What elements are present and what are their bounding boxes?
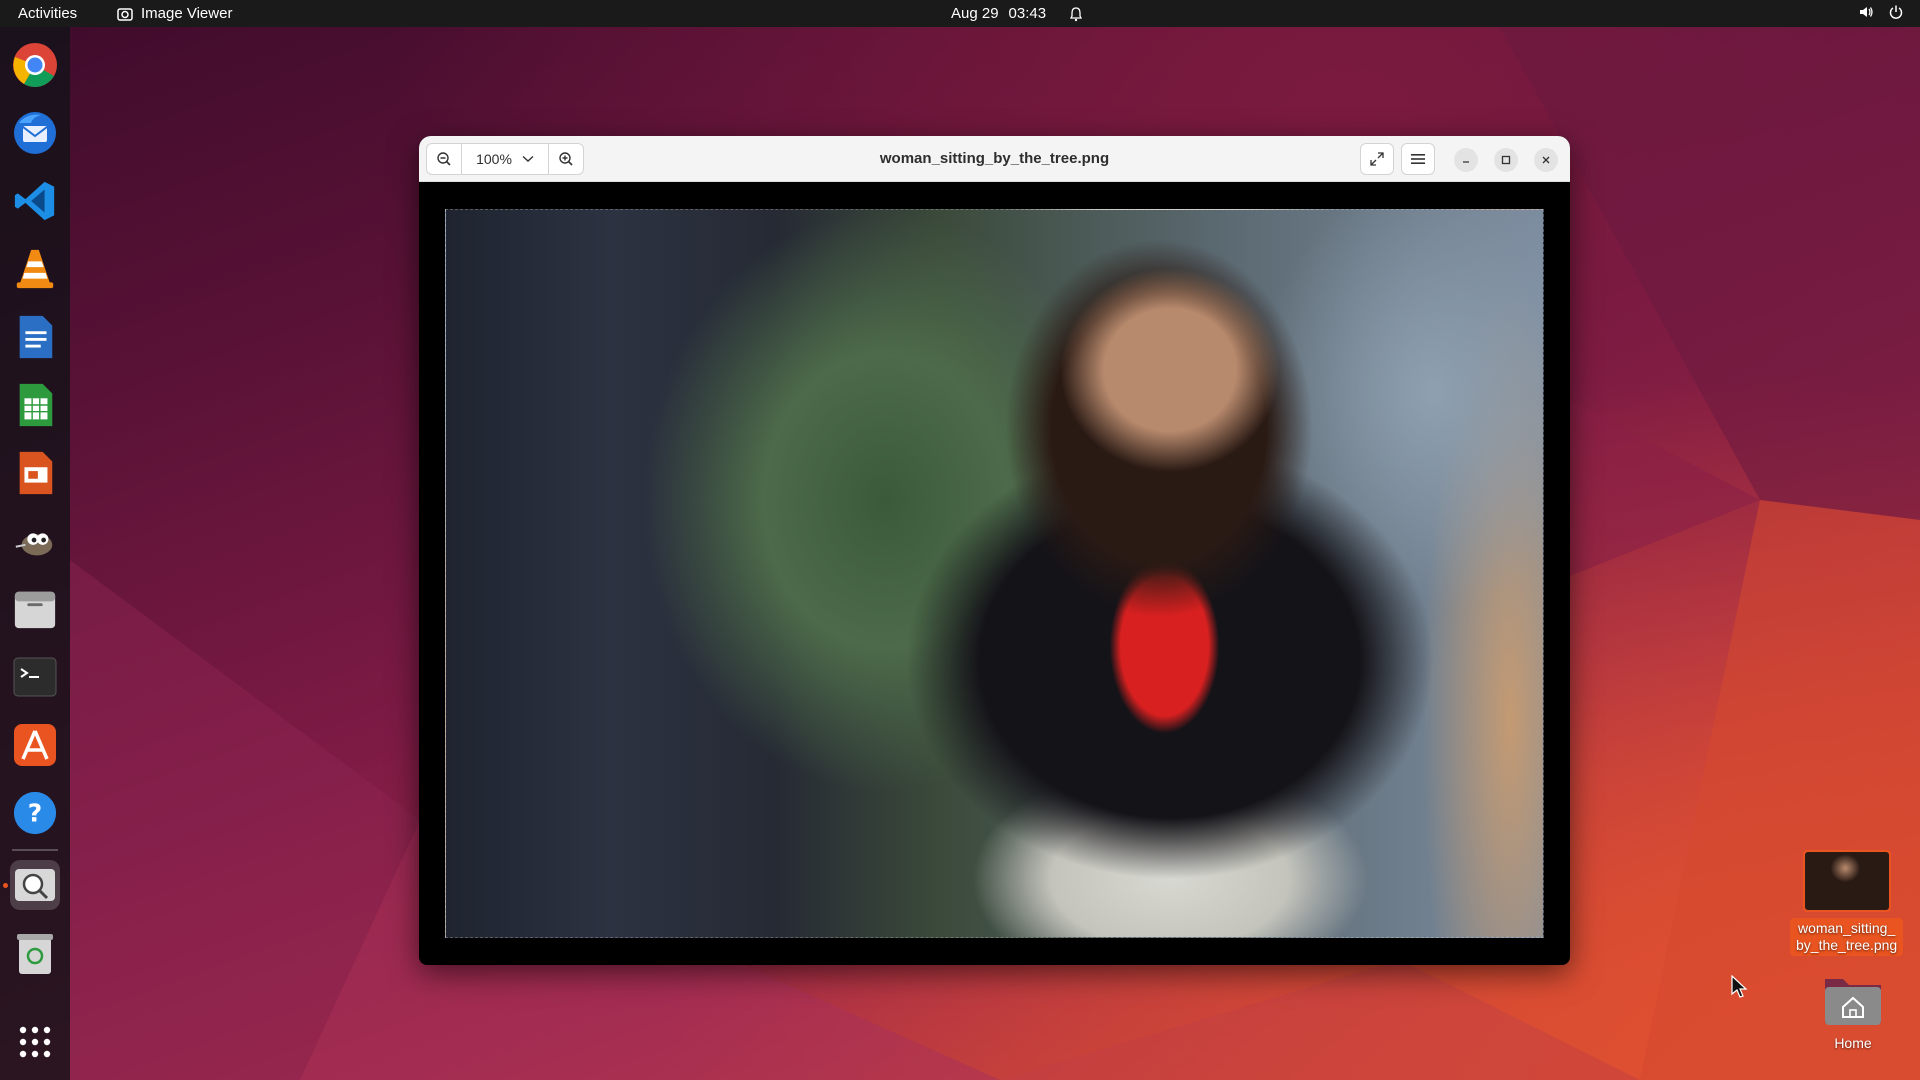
fullscreen-icon bbox=[1370, 152, 1384, 166]
hamburger-menu-icon bbox=[1411, 154, 1425, 164]
home-label: Home bbox=[1834, 1035, 1872, 1051]
image-viewer-icon bbox=[15, 869, 55, 901]
dock: ? bbox=[0, 27, 70, 1080]
vlc-icon bbox=[16, 249, 54, 289]
power-icon bbox=[1889, 5, 1903, 19]
gimp-icon bbox=[15, 533, 53, 556]
desktop-file-label-line2: by_the_tree.png bbox=[1796, 937, 1898, 953]
top-bar: Activities Image Viewer Aug 29 03:43 bbox=[0, 0, 1920, 27]
desktop-file-icon[interactable]: woman_sitting_ by_the_tree.png bbox=[1790, 850, 1904, 956]
fullscreen-button[interactable] bbox=[1360, 143, 1394, 175]
image-viewer-icon bbox=[117, 7, 133, 21]
show-apps-button[interactable] bbox=[10, 1017, 60, 1067]
notification-bell-icon bbox=[1070, 6, 1083, 21]
file-thumbnail-frame bbox=[1802, 850, 1891, 912]
dock-calc[interactable] bbox=[10, 380, 60, 430]
svg-text:?: ? bbox=[28, 799, 42, 828]
clock[interactable]: Aug 29 03:43 bbox=[951, 5, 1084, 22]
app-center-icon bbox=[14, 724, 56, 766]
dock-help[interactable]: ? bbox=[10, 788, 60, 838]
dock-trash[interactable] bbox=[10, 928, 60, 978]
dock-thunderbird[interactable] bbox=[10, 108, 60, 158]
files-icon bbox=[14, 591, 56, 629]
image-viewer-window: 100% woman_sitting_by_the_tree.png bbox=[419, 136, 1570, 965]
libreoffice-writer-icon bbox=[19, 315, 53, 359]
system-menu[interactable] bbox=[1858, 4, 1904, 20]
dock-gimp[interactable] bbox=[10, 516, 60, 566]
file-thumbnail bbox=[1804, 852, 1889, 910]
home-folder-icon bbox=[1825, 979, 1881, 1025]
active-app-indicator bbox=[3, 883, 8, 888]
chrome-icon bbox=[13, 43, 57, 87]
help-icon: ? bbox=[13, 791, 57, 835]
trash-icon bbox=[17, 934, 53, 974]
minimize-button[interactable] bbox=[1454, 148, 1478, 172]
date-label: Aug 29 bbox=[951, 5, 999, 22]
dock-writer[interactable] bbox=[10, 312, 60, 362]
mouse-cursor-icon bbox=[1731, 975, 1748, 998]
main-menu-button[interactable] bbox=[1401, 143, 1435, 175]
dock-chrome[interactable] bbox=[10, 40, 60, 90]
desktop-file-label-line1: woman_sitting_ bbox=[1797, 920, 1896, 936]
window-title: woman_sitting_by_the_tree.png bbox=[879, 150, 1110, 167]
close-icon bbox=[1542, 156, 1550, 164]
dock-image-viewer[interactable] bbox=[10, 860, 60, 910]
app-grid-icon bbox=[19, 1026, 51, 1058]
dock-terminal[interactable] bbox=[10, 652, 60, 702]
dock-vlc[interactable] bbox=[10, 244, 60, 294]
time-label: 03:43 bbox=[1008, 5, 1047, 22]
close-button[interactable] bbox=[1534, 148, 1558, 172]
app-menu[interactable]: Image Viewer bbox=[117, 5, 232, 22]
dock-impress[interactable] bbox=[10, 448, 60, 498]
displayed-image[interactable] bbox=[445, 209, 1544, 938]
maximize-icon bbox=[1501, 155, 1511, 165]
desktop-file-label: woman_sitting_ by_the_tree.png bbox=[1790, 918, 1904, 956]
libreoffice-calc-icon bbox=[19, 383, 53, 427]
dock-app-center[interactable] bbox=[10, 720, 60, 770]
vscode-icon bbox=[14, 181, 55, 221]
activities-button[interactable]: Activities bbox=[18, 5, 77, 22]
dock-files[interactable] bbox=[10, 584, 60, 634]
dock-vscode[interactable] bbox=[10, 176, 60, 226]
terminal-icon bbox=[13, 657, 57, 697]
app-name: Image Viewer bbox=[141, 5, 233, 22]
thunderbird-icon bbox=[14, 112, 56, 154]
volume-icon bbox=[1860, 7, 1873, 17]
maximize-button[interactable] bbox=[1494, 148, 1518, 172]
libreoffice-impress-icon bbox=[19, 451, 53, 495]
minimize-icon bbox=[1463, 161, 1469, 163]
header-bar: 100% woman_sitting_by_the_tree.png bbox=[419, 136, 1570, 182]
dock-separator bbox=[12, 849, 58, 851]
desktop-home-folder[interactable]: Home bbox=[1821, 975, 1885, 1052]
